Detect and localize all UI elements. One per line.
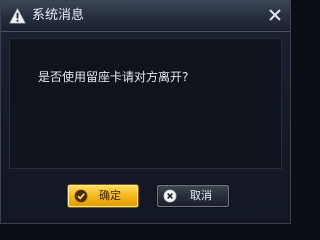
confirm-button[interactable]: 确定 bbox=[68, 185, 138, 207]
confirm-button-label: 确定 bbox=[99, 189, 121, 202]
x-circle-icon bbox=[163, 189, 177, 203]
cancel-button-label: 取消 bbox=[190, 189, 212, 202]
check-circle-icon bbox=[74, 189, 88, 203]
warning-icon bbox=[9, 8, 26, 24]
close-icon[interactable] bbox=[268, 8, 282, 22]
dialog-footer: 确定 取消 bbox=[2, 173, 291, 223]
dialog-content: 是否使用留座卡请对方离开? bbox=[9, 38, 282, 169]
dialog-titlebar: 系统消息 bbox=[1, 1, 290, 32]
dialog-message: 是否使用留座卡请对方离开? bbox=[38, 70, 189, 84]
cancel-button[interactable]: 取消 bbox=[157, 185, 229, 207]
system-message-dialog: 系统消息 是否使用留座卡请对方离开? 确定 取消 bbox=[0, 0, 291, 224]
dialog-title: 系统消息 bbox=[32, 8, 85, 23]
